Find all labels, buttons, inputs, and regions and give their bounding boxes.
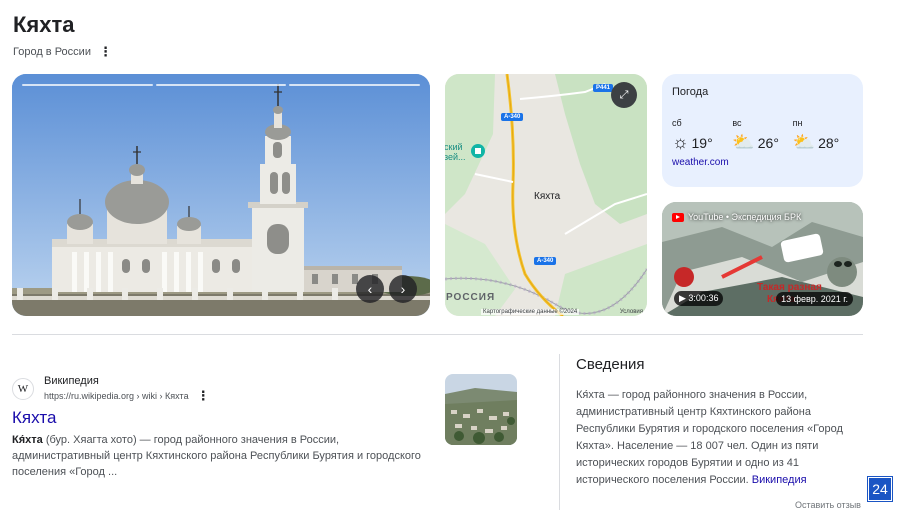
map-country-label: РОССИЯ: [446, 292, 496, 303]
info-heading: Сведения: [576, 356, 645, 373]
info-source-link[interactable]: Википедия: [752, 474, 807, 486]
result-source[interactable]: W Википедия https://ru.wikipedia.org › w…: [12, 375, 210, 402]
weather-card[interactable]: Погода сб ☼ 19° вс ⛅ 26° пн ⛅ 28° weather.c…: [662, 74, 863, 187]
video-channel: YouTube • Экспедиция БРК: [672, 212, 801, 222]
result-url: https://ru.wikipedia.org › wiki › Кяхта: [44, 390, 189, 401]
road-badge: P441: [593, 84, 614, 92]
road-badge: А-340: [534, 257, 557, 265]
progress-segment: [289, 84, 421, 86]
weather-title: Погода: [672, 86, 709, 98]
chevron-left-icon: ‹: [367, 281, 373, 297]
carousel-progress: [22, 84, 421, 86]
subtitle-text: Город в России: [13, 45, 91, 58]
weather-source-link[interactable]: weather.com: [672, 157, 853, 168]
video-duration-text: 3:00:36: [688, 293, 719, 303]
weather-day-name: пн: [792, 118, 803, 128]
result-snippet: Кя́хта (бур. Хяагта хото) — город районн…: [12, 432, 422, 480]
video-channel-name: YouTube • Экспедиция БРК: [688, 212, 802, 222]
map-credit: Картографические данные ©2024: [481, 309, 580, 315]
video-date: 13 февр. 2021 г.: [776, 292, 853, 306]
page-subtitle: Город в России ⋮: [13, 45, 112, 58]
youtube-icon: [672, 212, 684, 222]
snippet-text: (бур. Хяагта хото) — город районного зна…: [12, 434, 421, 478]
weather-temp: 26°: [757, 134, 779, 151]
town-photo: [445, 374, 517, 445]
corner-badge[interactable]: 24: [867, 476, 893, 502]
road-badge: А-340: [501, 113, 524, 121]
weather-forecast: сб ☼ 19° вс ⛅ 26° пн ⛅ 28°: [672, 118, 853, 153]
weather-day-name: сб: [672, 118, 682, 128]
map-card[interactable]: P441 А-340 А-340 ский зей... Кяхта РОССИ…: [445, 74, 647, 316]
photo-carousel[interactable]: ‹ ›: [12, 74, 430, 316]
weather-day: сб ☼ 19°: [672, 118, 732, 153]
weather-day: пн ⛅ 28°: [793, 118, 853, 153]
progress-segment: [22, 84, 153, 86]
info-text: Кя́хта — город районного значения в Росс…: [576, 389, 843, 486]
partly-cloudy-icon: ⛅: [732, 132, 755, 152]
result-thumbnail[interactable]: [445, 374, 517, 445]
more-options-icon[interactable]: ⋮: [99, 45, 112, 58]
map-poi-museum[interactable]: ский зей...: [445, 142, 474, 162]
info-description: Кя́хта — город районного значения в Росс…: [576, 387, 856, 489]
section-divider: [12, 334, 863, 335]
page-title: Кяхта: [13, 12, 75, 37]
weather-day: вс ⛅ 26°: [732, 118, 792, 153]
previous-photo-button[interactable]: ‹: [356, 275, 384, 303]
weather-temp: 28°: [818, 134, 840, 151]
weather-temp: 19°: [691, 134, 713, 151]
feedback-link[interactable]: Оставить отзыв: [795, 500, 861, 510]
column-divider: [559, 354, 560, 510]
sun-icon: ☼: [672, 132, 689, 152]
next-photo-button[interactable]: ›: [389, 275, 417, 303]
video-card[interactable]: Такая разная Кяхта YouTube • Экспедиция …: [662, 202, 863, 316]
weather-day-name: вс: [732, 118, 742, 128]
video-duration: ▶ 3:00:36: [674, 291, 724, 306]
map-terms-link[interactable]: Условия: [620, 309, 643, 315]
wikipedia-icon: W: [12, 377, 34, 400]
expand-icon: ⤢: [619, 88, 629, 101]
expand-map-button[interactable]: ⤢: [611, 82, 637, 108]
progress-segment: [155, 84, 287, 86]
result-source-name: Википедия: [44, 375, 99, 387]
snippet-bold: Кя́хта: [12, 434, 43, 446]
partly-cloudy-icon: ⛅: [792, 132, 816, 152]
map-city-label: Кяхта: [534, 191, 561, 202]
chevron-right-icon: ›: [400, 281, 406, 297]
result-url-row: https://ru.wikipedia.org › wiki › Кяхта …: [44, 389, 210, 402]
result-title-link[interactable]: Кяхта: [12, 408, 56, 428]
more-options-icon[interactable]: ⋮: [197, 389, 210, 402]
